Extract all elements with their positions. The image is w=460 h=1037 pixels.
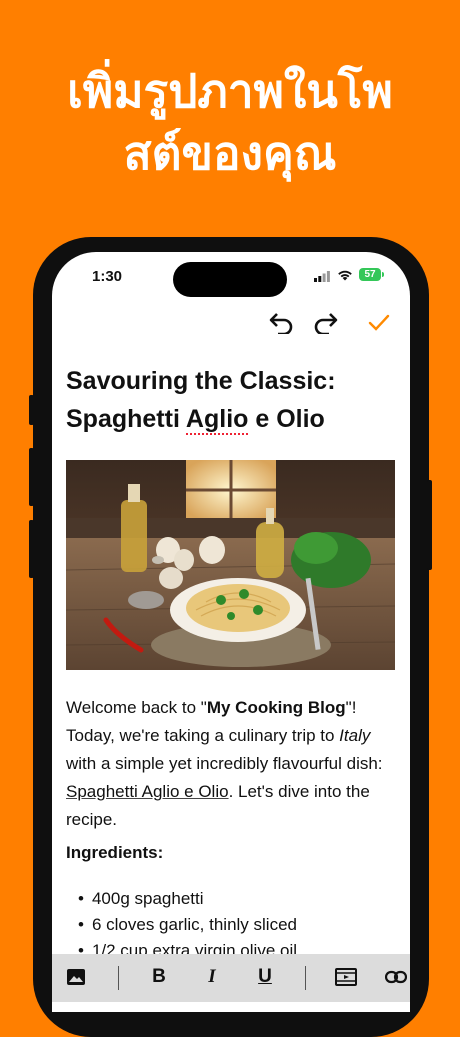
undo-icon: [269, 313, 293, 334]
list-item: 400g spaghetti: [78, 886, 297, 912]
spellcheck-word: Aglio: [185, 405, 249, 435]
cellular-signal-icon: [314, 271, 330, 282]
country-italic: Italy: [339, 726, 371, 745]
phone-side-button: [29, 448, 34, 506]
editor-top-toolbar: [52, 308, 410, 342]
promo-headline: เพิ่มรูปภาพในโพ สต์ของคุณ: [0, 60, 460, 184]
redo-button[interactable]: [311, 308, 341, 338]
battery-icon: 57: [359, 268, 381, 281]
headline-line-2: สต์ของคุณ: [123, 126, 337, 180]
dish-link[interactable]: Spaghetti Aglio e Olio: [66, 782, 229, 801]
intro-text: Welcome back to ": [66, 698, 207, 717]
insert-video-button[interactable]: [332, 963, 360, 991]
bold-button[interactable]: B: [145, 963, 173, 991]
title-line-1: Savouring the Classic:: [66, 367, 336, 395]
status-bar: 1:30 57: [52, 252, 410, 298]
insert-image-button[interactable]: [62, 963, 90, 991]
spaghetti-photo[interactable]: [66, 460, 395, 670]
underline-button[interactable]: U: [251, 963, 279, 991]
phone-side-button: [29, 395, 34, 425]
phone-side-button: [29, 520, 34, 578]
link-icon: [385, 970, 407, 984]
toolbar-divider: [305, 966, 306, 990]
title-line-2: Spaghetti Aglio e Olio: [66, 400, 396, 438]
phone-screen: 1:30 57 Savouring the Classic: Spaghetti…: [52, 252, 410, 1012]
redo-icon: [314, 313, 338, 334]
post-intro-paragraph[interactable]: Welcome back to "My Cooking Blog"! Today…: [66, 694, 401, 834]
toolbar-divider: [118, 966, 119, 990]
ingredients-list[interactable]: 400g spaghetti 6 cloves garlic, thinly s…: [78, 886, 297, 964]
blog-name-bold: My Cooking Blog: [206, 698, 346, 717]
video-icon: [335, 968, 357, 986]
checkmark-icon: [368, 314, 390, 331]
publish-check-button[interactable]: [364, 308, 394, 338]
phone-power-button: [427, 480, 432, 570]
insert-link-button[interactable]: [382, 963, 410, 991]
status-time: 1:30: [92, 268, 123, 285]
ingredients-heading: Ingredients:: [66, 843, 164, 862]
spaghetti-image: [66, 460, 395, 670]
title-text: e Olio: [248, 405, 325, 433]
battery-tip: [382, 272, 384, 277]
dynamic-island: [173, 262, 287, 297]
undo-button[interactable]: [266, 308, 296, 338]
post-title[interactable]: Savouring the Classic: Spaghetti Aglio e…: [66, 362, 396, 438]
wifi-icon: [338, 270, 352, 281]
image-icon: [67, 969, 85, 985]
italic-button[interactable]: I: [198, 963, 226, 991]
title-text: Spaghetti: [66, 405, 186, 433]
list-item: 6 cloves garlic, thinly sliced: [78, 912, 297, 938]
intro-text: with a simple yet incredibly flavourful …: [66, 754, 383, 773]
headline-line-1: เพิ่มรูปภาพในโพ: [67, 64, 393, 118]
